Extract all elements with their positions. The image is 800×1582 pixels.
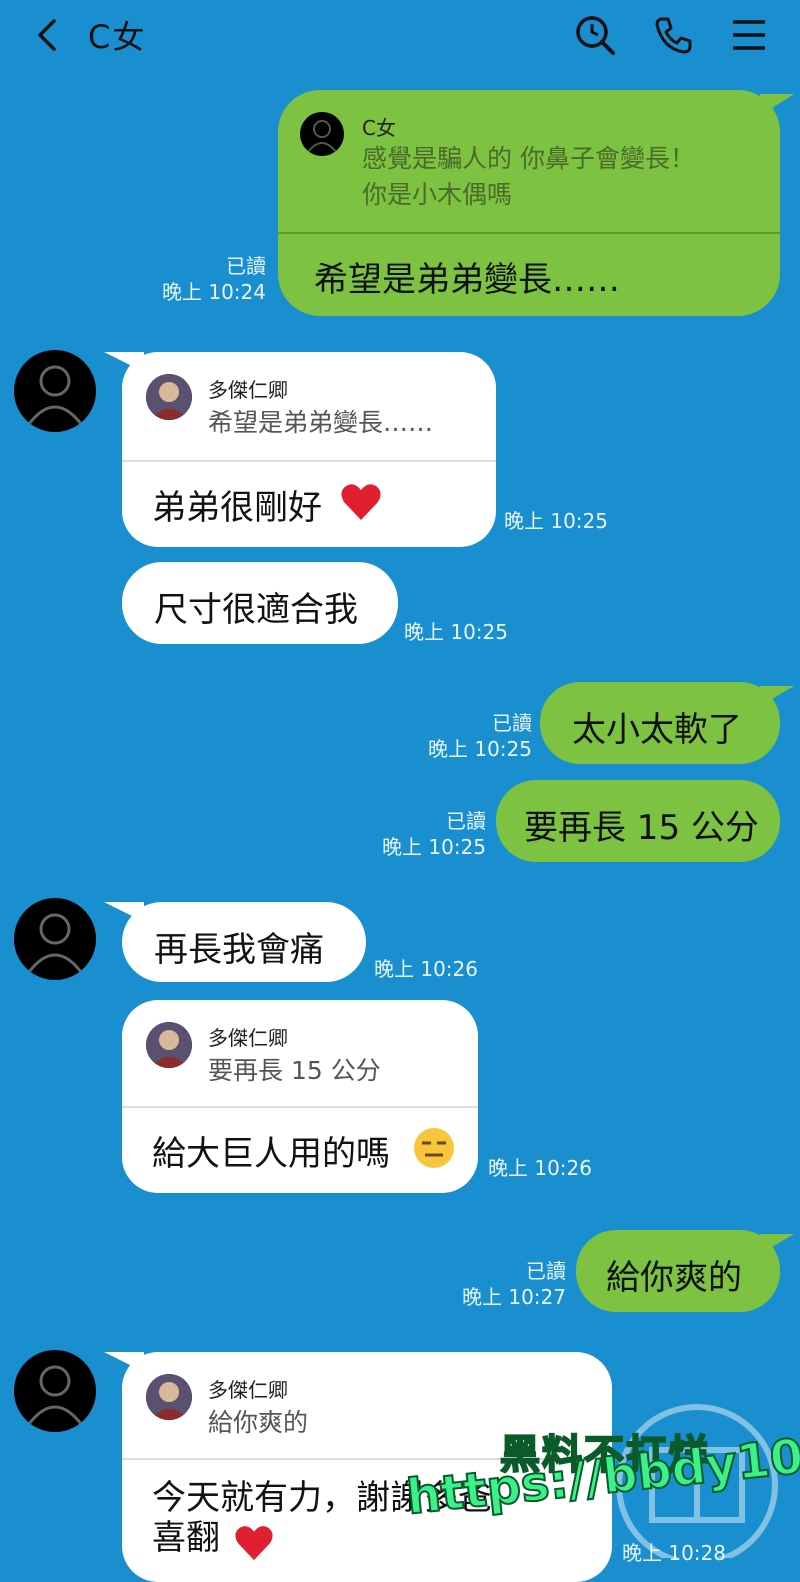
message-text: 再長我會痛 <box>154 930 324 970</box>
call-button[interactable] <box>648 10 698 60</box>
menu-icon <box>733 20 765 50</box>
search-icon <box>576 16 615 55</box>
received-bubble[interactable]: 尺寸很適合我 <box>122 562 398 644</box>
message-time: 晚上 10:24 <box>162 280 266 304</box>
message-text: 給你爽的 <box>606 1258 742 1298</box>
message-time: 晚上 10:25 <box>504 509 608 533</box>
message-time: 晚上 10:25 <box>428 737 532 761</box>
message-time: 晚上 10:27 <box>462 1285 566 1309</box>
search-button[interactable] <box>570 10 620 60</box>
message-time: 晚上 10:25 <box>382 835 486 859</box>
quoted-text: 要再長 15 公分 <box>208 1056 381 1085</box>
sent-bubble[interactable]: 給你爽的 <box>576 1230 794 1312</box>
avatar[interactable] <box>14 898 96 980</box>
phone-icon <box>655 17 692 54</box>
message-text: 希望是弟弟變長…… <box>314 260 620 300</box>
sent-bubble[interactable]: 太小太軟了 <box>540 682 794 764</box>
quoted-text: 給你爽的 <box>208 1408 309 1437</box>
quoted-avatar <box>300 112 344 156</box>
read-receipt: 已讀 <box>446 809 486 833</box>
message-time: 晚上 10:26 <box>488 1156 592 1180</box>
default-user-icon <box>27 365 83 425</box>
message-text: 弟弟很剛好 <box>152 488 322 528</box>
default-user-icon <box>27 1365 83 1425</box>
message-text: 太小太軟了 <box>572 710 742 750</box>
chat-title: C女 <box>88 18 147 56</box>
quoted-sender: C女 <box>362 116 396 140</box>
reply-divider <box>278 232 780 234</box>
default-user-icon <box>27 913 83 973</box>
message-text: 要再長 15 公分 <box>524 808 759 848</box>
received-reply-bubble[interactable]: 多傑仁卿 希望是弟弟變長…… 弟弟很剛好 <box>104 352 496 547</box>
reply-divider <box>122 460 496 462</box>
message-meta: 已讀 晚上 10:27 <box>460 1258 566 1310</box>
menu-button[interactable] <box>724 10 774 60</box>
red-heart-icon <box>235 1526 273 1561</box>
sent-bubble[interactable]: 要再長 15 公分 <box>496 780 780 862</box>
message-meta: 已讀 晚上 10:25 <box>380 808 486 860</box>
message-text: 給大巨人用的嗎 <box>152 1134 390 1174</box>
quoted-avatar <box>146 1374 192 1420</box>
chat-header: C女 <box>0 0 800 72</box>
received-bubble[interactable]: 再長我會痛 <box>104 902 366 982</box>
message-time: 晚上 10:26 <box>374 957 478 981</box>
avatar[interactable] <box>14 350 96 432</box>
quoted-sender: 多傑仁卿 <box>208 378 288 402</box>
read-receipt: 已讀 <box>526 1259 566 1283</box>
message-time: 晚上 10:25 <box>404 620 508 644</box>
received-reply-bubble[interactable]: 多傑仁卿 要再長 15 公分 給大巨人用的嗎 <box>122 1000 478 1193</box>
chevron-left-icon <box>38 19 56 51</box>
message-meta: 已讀 晚上 10:25 <box>426 710 532 762</box>
quoted-avatar <box>146 374 192 420</box>
quoted-sender: 多傑仁卿 <box>208 1378 288 1402</box>
expressionless-face-icon <box>414 1128 454 1168</box>
quoted-avatar <box>146 1022 192 1068</box>
message-meta: 已讀 晚上 10:24 <box>160 253 266 305</box>
quoted-sender: 多傑仁卿 <box>208 1026 288 1050</box>
reply-divider <box>122 1106 478 1108</box>
avatar[interactable] <box>14 1350 96 1432</box>
message-text: 尺寸很適合我 <box>154 590 358 630</box>
back-button[interactable] <box>22 10 72 60</box>
quoted-text: 你是小木偶嗎 <box>362 180 513 209</box>
message-text: 喜翻 <box>152 1518 220 1558</box>
red-heart-icon <box>341 484 381 520</box>
read-receipt: 已讀 <box>492 711 532 735</box>
sent-reply-bubble[interactable]: C女 感覺是騙人的 你鼻子會變長！ 你是小木偶嗎 希望是弟弟變長…… <box>278 90 794 316</box>
read-receipt: 已讀 <box>226 254 266 278</box>
quoted-text: 感覺是騙人的 你鼻子會變長！ <box>362 144 695 173</box>
quoted-text: 希望是弟弟變長…… <box>208 408 434 437</box>
